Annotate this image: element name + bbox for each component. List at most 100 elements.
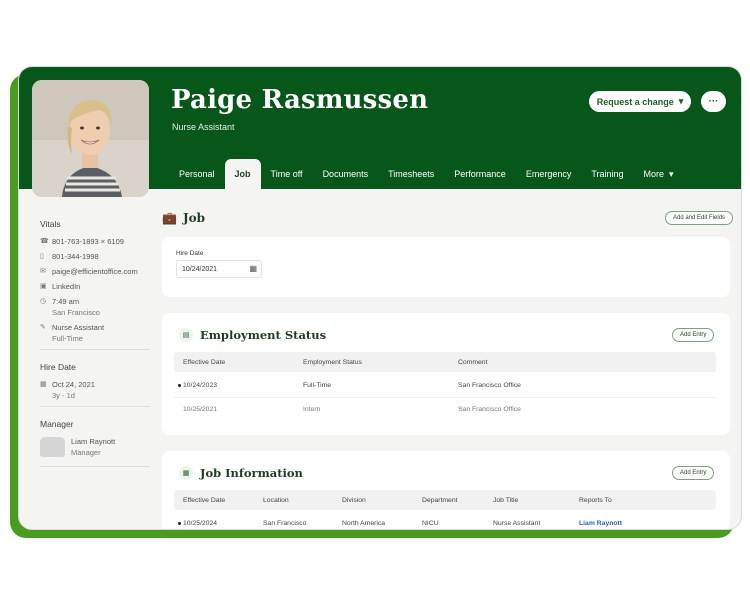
job-section-title: 💼 Job [162, 211, 205, 225]
job-row-1-department: NICU [422, 520, 439, 527]
profile-window: Paige Rasmussen Nurse Assistant Request … [18, 66, 742, 530]
clock-icon: ◷ [40, 298, 47, 305]
job-row-1-location: San Francisco [263, 520, 307, 527]
local-time-row: ◷ 7:49 am San Francisco [40, 297, 150, 317]
sidebar-job: Nurse Assistant [52, 323, 105, 332]
job-row-1-date: 10/25/2024 [178, 520, 217, 527]
manager-name: Liam Raynott [71, 437, 116, 446]
work-phone: 801-763-1893 × 6109 [52, 237, 124, 246]
divider [40, 406, 150, 407]
briefcase-icon: ▦ [179, 466, 193, 480]
mobile-icon: ▯ [40, 253, 44, 260]
mobile-phone-row: ▯ 801-344-1998 [40, 252, 150, 261]
briefcase-icon: 💼 [162, 211, 177, 225]
hire-date-label: Hire Date [176, 250, 204, 257]
manager-heading: Manager [40, 419, 74, 429]
col-division: Division [342, 497, 366, 504]
row-1-date-text: 10/24/2023 [183, 382, 218, 389]
tab-time-off[interactable]: Time off [261, 159, 313, 189]
job-row-1-date-text: 10/25/2024 [183, 520, 218, 527]
row-divider [174, 397, 716, 398]
tab-performance[interactable]: Performance [444, 159, 516, 189]
sidebar-hire-date: Oct 24, 2021 [52, 380, 95, 389]
hire-date-value: 10/24/2021 [182, 265, 218, 273]
col-location: Location [263, 497, 289, 504]
employee-photo-illustration [32, 80, 149, 197]
hire-date-input[interactable]: 10/24/2021 ▦ [176, 260, 262, 278]
wrench-icon: ✎ [40, 324, 46, 331]
email-row[interactable]: ✉ paige@efficientoffice.com [40, 267, 150, 276]
manager-role: Manager [71, 448, 101, 457]
vitals-heading: Vitals [40, 219, 61, 229]
manager-card[interactable]: Liam Raynott Manager [40, 437, 150, 457]
employment-add-entry-button[interactable]: Add Entry [672, 328, 715, 342]
email-link[interactable]: paige@efficientoffice.com [52, 267, 138, 276]
employment-table-header [174, 352, 716, 372]
tab-timesheets[interactable]: Timesheets [378, 159, 444, 189]
current-indicator [178, 521, 181, 525]
table-row-2-comment: San Francisco Office [458, 406, 521, 413]
add-edit-fields-button[interactable]: Add and Edit Fields [665, 211, 734, 225]
job-row-1-job-title: Nurse Assistant [493, 520, 541, 527]
hire-date-heading: Hire Date [40, 362, 76, 372]
linkedin-link[interactable]: LinkedIn [52, 282, 80, 291]
table-row-2-date: 10/25/2021 [183, 406, 218, 413]
tab-emergency[interactable]: Emergency [516, 159, 582, 189]
profile-tabs: Personal Job Time off Documents Timeshee… [169, 159, 684, 189]
col-reports-to: Reports To [579, 497, 612, 504]
request-change-label: Request a change [596, 96, 674, 107]
col-job-title: Job Title [493, 497, 519, 504]
id-card-icon: ▤ [179, 328, 193, 342]
employee-name: Paige Rasmussen [171, 85, 429, 115]
tab-documents[interactable]: Documents [313, 159, 379, 189]
sidebar-tenure: 3y - 1d [52, 391, 75, 400]
col-employment-status: Employment Status [303, 359, 362, 366]
caret-down-icon: ▾ [669, 168, 674, 179]
table-row-1-status: Full-Time [303, 382, 332, 389]
table-row-1-date: 10/24/2023 [178, 382, 217, 389]
sidebar-job-type: Full-Time [52, 334, 83, 343]
table-row-2-status: Intern [303, 406, 321, 413]
job-information-title: Job Information [200, 466, 303, 480]
tab-job[interactable]: Job [224, 159, 261, 189]
caret-down-icon: ▾ [678, 96, 684, 106]
employee-photo [32, 80, 149, 197]
col-effective-date: Effective Date [183, 359, 226, 366]
hire-date-row: ▦ Oct 24, 2021 3y - 1d [40, 380, 150, 400]
phone-icon: ☎ [40, 238, 49, 245]
job-row: ✎ Nurse Assistant Full-Time [40, 323, 150, 343]
tab-more-label: More [643, 169, 665, 179]
current-indicator [178, 383, 181, 387]
employment-status-card: ▤ Employment Status Add Entry Effective … [162, 313, 730, 435]
job-section-label: Job [182, 211, 206, 225]
calendar-icon: ▦ [40, 381, 47, 388]
linkedin-icon: ▣ [40, 283, 47, 290]
divider [40, 466, 150, 467]
mobile-phone: 801-344-1998 [52, 252, 99, 261]
job-row-1-division: North America [342, 520, 386, 527]
work-phone-row: ☎ 801-763-1893 × 6109 [40, 237, 150, 246]
col-effective-date: Effective Date [183, 497, 226, 504]
employment-status-title: Employment Status [200, 328, 327, 342]
calendar-icon[interactable]: ▦ [249, 264, 257, 273]
divider [40, 349, 150, 350]
envelope-icon: ✉ [40, 268, 46, 275]
tab-personal[interactable]: Personal [169, 159, 225, 189]
job-info-add-entry-button[interactable]: Add Entry [672, 466, 715, 480]
col-comment: Comment [458, 359, 488, 366]
local-time: 7:49 am [52, 297, 80, 306]
local-city: San Francisco [52, 308, 100, 317]
tab-more[interactable]: More ▾ [634, 159, 684, 189]
job-information-card: ▦ Job Information Add Entry Effective Da… [162, 451, 730, 529]
tab-training[interactable]: Training [581, 159, 633, 189]
linkedin-row[interactable]: ▣ LinkedIn [40, 282, 150, 291]
employee-sidebar: Vitals ☎ 801-763-1893 × 6109 ▯ 801-344-1… [40, 219, 150, 479]
col-department: Department [422, 497, 458, 504]
manager-avatar [40, 437, 65, 457]
employee-title: Nurse Assistant [172, 122, 235, 132]
app-stage: Paige Rasmussen Nurse Assistant Request … [0, 0, 750, 609]
job-row-1-reports-to-link[interactable]: Liam Raynott [579, 520, 622, 527]
more-actions-button[interactable]: ··· [701, 91, 726, 112]
hire-date-card: Hire Date 10/24/2021 ▦ [162, 237, 730, 297]
request-change-button[interactable]: Request a change ▾ [589, 91, 691, 112]
